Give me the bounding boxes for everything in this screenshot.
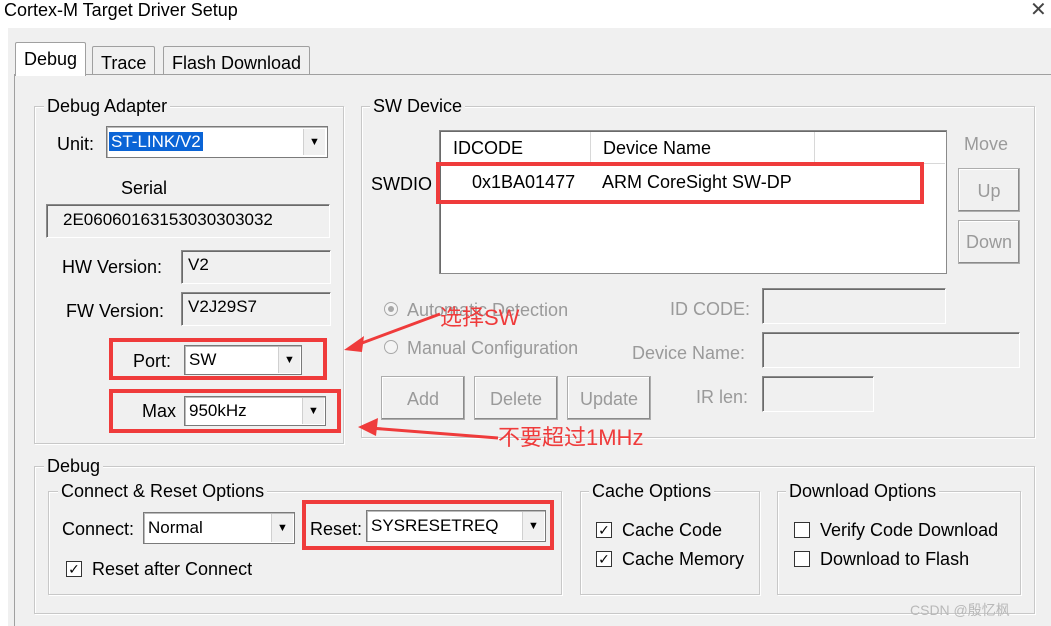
reset-label: Reset: — [310, 519, 363, 539]
reset-after-connect-label[interactable]: Reset after Connect — [92, 558, 252, 580]
connect-value: Normal — [148, 518, 203, 537]
column-header-blank — [815, 132, 945, 164]
chevron-down-icon[interactable]: ▼ — [271, 514, 293, 542]
port-label: Port: — [133, 351, 172, 371]
chevron-down-icon[interactable]: ▼ — [302, 398, 324, 424]
chevron-down-icon[interactable]: ▼ — [522, 512, 544, 540]
reset-after-connect-checkbox[interactable]: ✓ — [66, 561, 82, 577]
connect-reset-legend: Connect & Reset Options — [58, 481, 268, 501]
download-options-legend: Download Options — [786, 481, 940, 501]
download-to-flash-label[interactable]: Download to Flash — [820, 548, 969, 570]
reset-value: SYSRESETREQ — [371, 516, 499, 535]
port-value: SW — [189, 350, 217, 369]
column-header-idcode[interactable]: IDCODE — [441, 132, 591, 164]
cache-options-legend: Cache Options — [589, 481, 715, 501]
cache-code-label[interactable]: Cache Code — [622, 519, 722, 541]
unit-label: Unit: — [57, 134, 95, 154]
debug-adapter-legend: Debug Adapter — [44, 96, 171, 116]
tab-debug[interactable]: Debug — [15, 42, 87, 76]
hw-version-label: HW Version: — [62, 257, 163, 277]
max-clock-label: Max — [142, 401, 177, 421]
watermark: CSDN @殷忆枫 — [910, 602, 1010, 618]
annotation-max-clock: 不要超过1MHz — [498, 425, 644, 450]
cache-memory-label[interactable]: Cache Memory — [622, 548, 744, 570]
unit-value: ST-LINK/V2 — [109, 132, 203, 151]
serial-field: 2E06060163153030303032 — [46, 204, 330, 238]
max-clock-value: 950kHz — [189, 401, 247, 420]
sw-device-legend: SW Device — [370, 96, 466, 116]
move-label: Move — [964, 134, 1009, 154]
cache-memory-checkbox[interactable]: ✓ — [596, 551, 612, 567]
download-options-group — [777, 491, 1021, 595]
chevron-down-icon[interactable]: ▼ — [303, 129, 325, 155]
download-to-flash-checkbox[interactable] — [794, 551, 810, 567]
port-dropdown[interactable]: SW ▼ — [184, 345, 302, 375]
fw-version-field: V2J29S7 — [181, 292, 331, 326]
window-title: Cortex-M Target Driver Setup — [4, 0, 238, 20]
tab-flash-download[interactable]: Flash Download — [163, 46, 311, 76]
arrow-select-sw-icon — [344, 312, 441, 352]
tab-trace[interactable]: Trace — [92, 46, 156, 76]
debug-legend: Debug — [44, 456, 104, 476]
close-icon[interactable]: ✕ — [1030, 0, 1047, 20]
reset-dropdown[interactable]: SYSRESETREQ ▼ — [366, 510, 546, 542]
ir-len-label: IR len: — [696, 387, 749, 407]
arrow-max-clock-icon — [358, 418, 499, 440]
device-row-highlight-box — [436, 162, 924, 204]
unit-dropdown[interactable]: ST-LINK/V2 ▼ — [106, 126, 328, 158]
hw-version-field: V2 — [181, 250, 331, 284]
cache-code-checkbox[interactable]: ✓ — [596, 522, 612, 538]
max-clock-dropdown[interactable]: 950kHz ▼ — [184, 396, 326, 426]
chevron-down-icon[interactable]: ▼ — [278, 347, 300, 373]
move-down-button[interactable]: Down — [958, 220, 1020, 264]
serial-label: Serial — [121, 178, 168, 198]
connect-label: Connect: — [62, 519, 135, 539]
verify-code-download-checkbox[interactable] — [794, 522, 810, 538]
id-code-label: ID CODE: — [670, 299, 751, 319]
connect-dropdown[interactable]: Normal ▼ — [143, 512, 295, 544]
update-button[interactable]: Update — [567, 376, 651, 420]
device-name-label: Device Name: — [632, 343, 746, 363]
cache-options-group — [580, 491, 760, 595]
swdio-label: SWDIO — [371, 174, 432, 194]
verify-code-download-label[interactable]: Verify Code Download — [820, 519, 998, 541]
fw-version-label: FW Version: — [66, 301, 165, 321]
move-up-button[interactable]: Up — [958, 168, 1020, 212]
ir-len-field[interactable] — [762, 376, 874, 412]
id-code-field[interactable] — [762, 288, 946, 324]
device-name-field[interactable] — [762, 332, 1020, 368]
column-header-device-name[interactable]: Device Name — [591, 132, 815, 164]
annotation-select-sw: 选择SW — [440, 305, 520, 330]
